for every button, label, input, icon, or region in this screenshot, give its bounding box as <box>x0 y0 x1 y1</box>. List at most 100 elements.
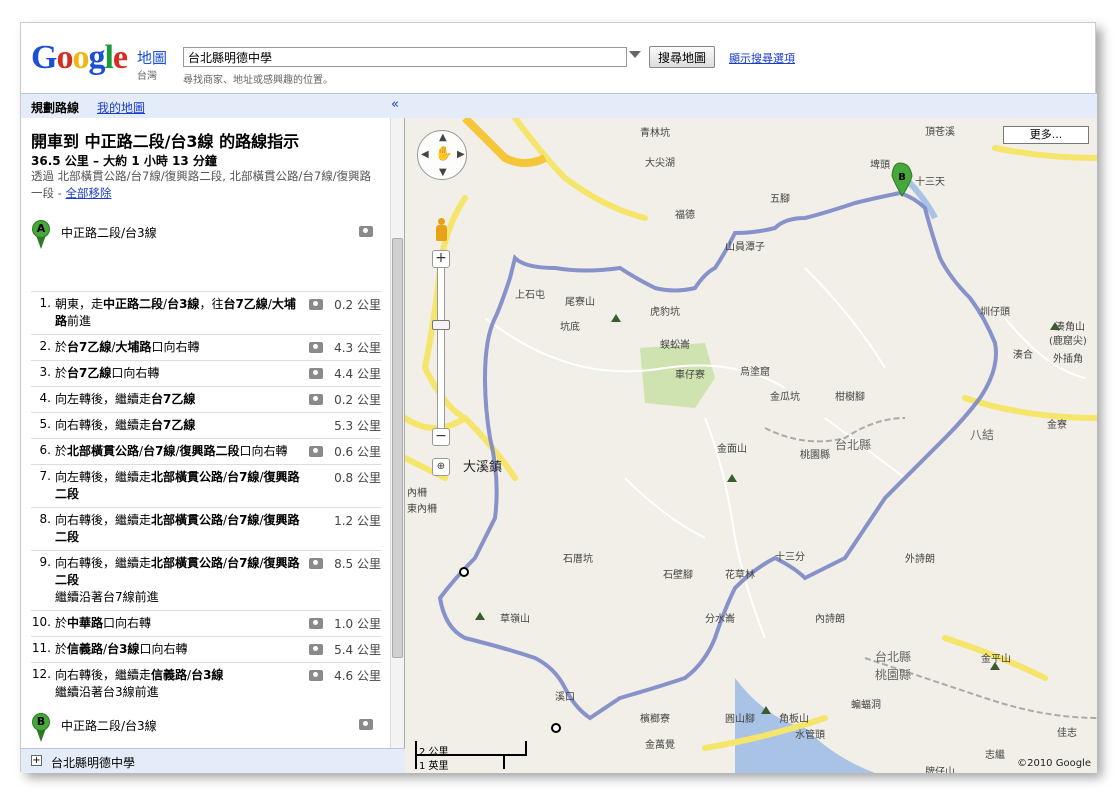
panel-scrollbar[interactable] <box>390 118 404 748</box>
directions-title: 開車到 中正路二段/台3線 的路線指示 <box>31 132 300 151</box>
step-distance: 8.5 公里 <box>334 557 381 571</box>
direction-step[interactable]: 4. 向左轉後，繼續走台7乙線 0.2 公里 <box>31 386 381 412</box>
map-place-label: 蝙蝠洞 <box>851 700 881 711</box>
zoom-track[interactable] <box>437 250 445 440</box>
scrollbar-thumb[interactable] <box>392 238 403 658</box>
step-distance: 0.2 公里 <box>334 298 381 312</box>
step-distance: 1.2 公里 <box>334 514 381 528</box>
camera-icon[interactable] <box>359 226 373 237</box>
zoom-reset-icon[interactable]: ⊕ <box>432 458 450 476</box>
step-number: 11. <box>31 641 51 655</box>
logo-region-label: 台灣 <box>137 71 157 82</box>
step-number: 5. <box>39 417 51 431</box>
map-graphics: B <box>405 118 1097 773</box>
map-place-label: 內柵 <box>407 488 427 499</box>
map-place-label: 福德 <box>675 210 695 221</box>
map-place-label: 角板山 <box>779 714 809 725</box>
step-distance: 5.4 公里 <box>334 643 381 657</box>
logo-maps-label: 地圖 <box>137 49 168 67</box>
map-place-label: 坑底 <box>560 322 580 333</box>
direction-step[interactable]: 7. 向左轉後，繼續走北部橫貫公路/台7線/復興路二段 0.8 公里 <box>31 464 381 507</box>
show-search-options-link[interactable]: 顯示搜尋選項 <box>729 50 795 66</box>
direction-step[interactable]: 8. 向右轉後，繼續走北部橫貫公路/台7線/復興路二段 1.2 公里 <box>31 507 381 550</box>
step-distance: 1.0 公里 <box>334 617 381 631</box>
step-distance: 5.3 公里 <box>334 419 381 433</box>
direction-step[interactable]: 1. 朝東，走中正路二段/台3線，往台7乙線/大埔路前進 0.2 公里 <box>31 291 381 334</box>
zoom-in-button[interactable]: + <box>432 250 450 268</box>
map-place-label: 內詩朗 <box>815 614 845 625</box>
map-canvas[interactable]: B 青林坑 大尖湖 頂苍溪 埤頭 十三天 福德 五腳 山員潭子 尾寮山 上石屯 虎豹坑 坑底 蜈蚣崙 車仔… <box>405 118 1097 773</box>
step-number: 8. <box>39 512 51 526</box>
camera-icon[interactable] <box>309 644 323 655</box>
map-place-label: 尾寮山 <box>565 297 595 308</box>
search-maps-button[interactable]: 搜尋地圖 <box>649 46 716 68</box>
step-number: 4. <box>39 391 51 405</box>
camera-icon[interactable] <box>309 670 323 681</box>
map-place-label: 志繼 <box>985 750 1005 761</box>
tab-directions[interactable]: 規劃路線 <box>31 99 79 116</box>
map-place-label: 金瓜坑 <box>770 392 800 403</box>
step-subtext: 繼續沿著台3線前進 <box>55 685 159 699</box>
direction-step[interactable]: 6. 於北部橫貫公路/台7線/復興路二段口向右轉 0.6 公里 <box>31 438 381 464</box>
camera-icon[interactable] <box>309 446 323 457</box>
camera-icon[interactable] <box>309 618 323 629</box>
step-number: 3. <box>39 365 51 379</box>
route-summary: 36.5 公里 – 大約 1 小時 13 分鐘 <box>31 154 217 168</box>
step-text: 向右轉後，繼續走北部橫貫公路/台7線/復興路二段 <box>55 513 300 544</box>
search-input[interactable] <box>183 47 627 67</box>
direction-step[interactable]: 5. 向右轉後，繼續走台7乙線 5.3 公里 <box>31 412 381 438</box>
map-place-label: 石壁腳 <box>663 570 693 581</box>
step-distance: 0.2 公里 <box>334 393 381 407</box>
pan-up-icon[interactable]: ▲ <box>439 132 447 143</box>
collapse-panel-icon[interactable]: « <box>391 97 399 112</box>
step-distance: 4.3 公里 <box>334 341 381 355</box>
direction-step[interactable]: 10. 於中華路口向右轉 1.0 公里 <box>31 610 381 636</box>
google-logo[interactable]: Google <box>31 39 128 77</box>
pan-down-icon[interactable]: ▼ <box>439 167 447 178</box>
end-point[interactable]: B 中正路二段/台3線 <box>31 713 381 743</box>
map-place-label: 金萬覺 <box>645 740 675 751</box>
map-place-label: 桃園縣 <box>875 668 912 682</box>
map-place-label: 溪口 <box>555 692 575 703</box>
map-place-label: 柑樹腳 <box>835 392 865 403</box>
step-text: 向右轉後，繼續走信義路/台3線 <box>55 668 224 682</box>
zoom-out-button[interactable]: − <box>432 428 450 446</box>
marker-a-icon: A <box>31 220 51 250</box>
step-distance: 0.8 公里 <box>334 471 381 485</box>
hand-icon: ✋ <box>435 146 453 162</box>
step-text: 向左轉後，繼續走北部橫貫公路/台7線/復興路二段 <box>55 470 300 501</box>
direction-step[interactable]: 11. 於信義路/台3線口向右轉 5.4 公里 <box>31 636 381 662</box>
direction-step[interactable]: 12. 向右轉後，繼續走信義路/台3線 繼續沿著台3線前進 4.6 公里 <box>31 662 381 705</box>
chevron-down-icon[interactable] <box>629 51 641 58</box>
camera-icon[interactable] <box>309 368 323 379</box>
zoom-slider-thumb[interactable] <box>432 320 450 330</box>
destination-bar: + 台北縣明德中學 <box>21 748 405 773</box>
camera-icon[interactable] <box>309 299 323 310</box>
map-place-label: (鹿窟尖) <box>1049 336 1087 347</box>
map-place-label: 山員潭子 <box>725 242 765 253</box>
step-number: 12. <box>31 667 51 681</box>
more-button[interactable]: 更多... <box>1003 126 1089 144</box>
camera-icon[interactable] <box>309 558 323 569</box>
map-place-label: 十三分 <box>775 552 805 563</box>
direction-step[interactable]: 3. 於台7乙線口向右轉 4.4 公里 <box>31 360 381 386</box>
map-place-label: 八結 <box>970 428 995 442</box>
header: Google 地圖 台灣 搜尋地圖 顯示搜尋選項 尋找商家、地址或感興趣的位置。 <box>21 23 1095 91</box>
direction-step[interactable]: 2. 於台7乙線/大埔路口向右轉 4.3 公里 <box>31 334 381 360</box>
camera-icon[interactable] <box>359 719 373 730</box>
pan-control[interactable]: ▲ ▼ ◀ ▶ ✋ <box>417 130 467 180</box>
tab-my-maps[interactable]: 我的地圖 <box>97 99 145 116</box>
step-number: 2. <box>39 339 51 353</box>
map-place-label: 分水崙 <box>705 614 735 625</box>
pan-left-icon[interactable]: ◀ <box>421 149 429 160</box>
pan-right-icon[interactable]: ▶ <box>457 149 465 160</box>
camera-icon[interactable] <box>309 394 323 405</box>
expand-plus-icon[interactable]: + <box>31 755 42 766</box>
remove-all-link[interactable]: 全部移除 <box>65 186 111 200</box>
camera-icon[interactable] <box>309 342 323 353</box>
destination-label[interactable]: 台北縣明德中學 <box>51 754 135 771</box>
direction-step[interactable]: 9. 向右轉後，繼續走北部橫貫公路/台7線/復興路二段 繼續沿著台7線前進 8.5 公… <box>31 550 381 610</box>
zoom-control[interactable]: + − ⊕ <box>431 190 451 480</box>
map-place-label: 湊角山 <box>1055 322 1085 333</box>
start-point[interactable]: A 中正路二段/台3線 <box>31 220 381 250</box>
